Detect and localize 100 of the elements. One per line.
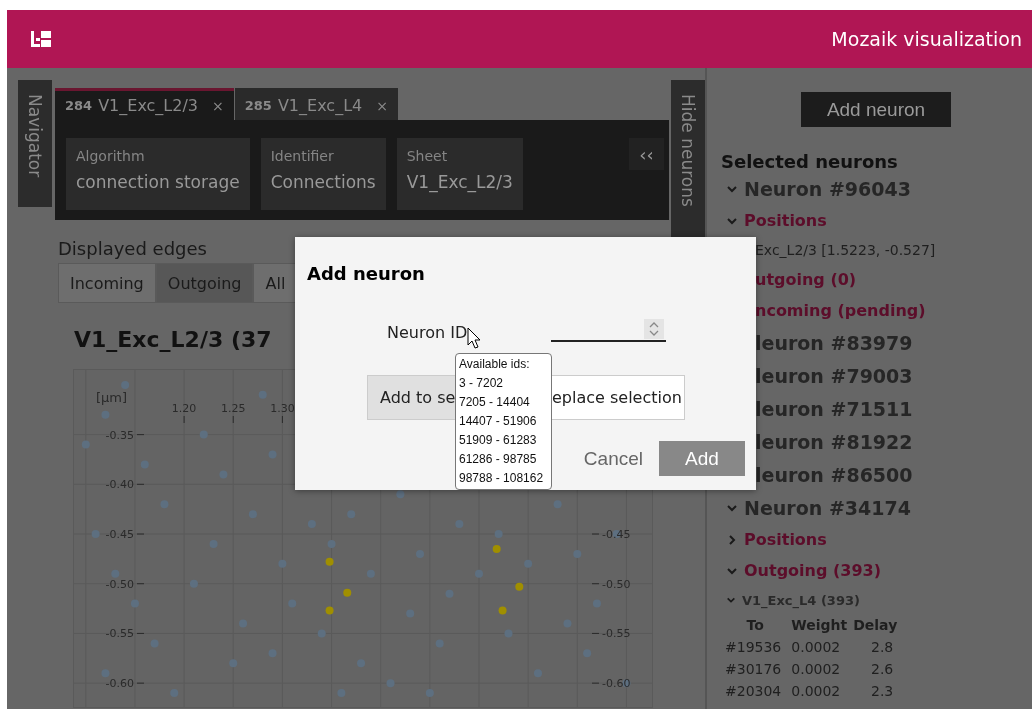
id-range: 98788 - 108162 xyxy=(459,470,545,487)
scatter-point xyxy=(268,450,277,459)
add-neuron-button[interactable]: Add neuron xyxy=(801,92,951,127)
column-header: To xyxy=(725,614,792,636)
tree-section[interactable]: Outgoing (393) xyxy=(726,555,881,586)
scatter-point xyxy=(160,500,169,509)
scatter-point xyxy=(347,510,356,519)
card-value: V1_Exc_L2/3 xyxy=(406,172,513,192)
id-range: 3 - 7202 xyxy=(459,375,505,392)
scatter-point xyxy=(239,619,248,628)
tree-item[interactable]: Neuron #96043 xyxy=(726,172,911,205)
scatter-point xyxy=(325,557,334,566)
scatter-point xyxy=(583,649,592,658)
tab-number: 285 xyxy=(244,98,272,113)
scatter-point xyxy=(553,500,562,509)
scatter-point xyxy=(121,380,130,389)
scatter-point xyxy=(111,569,120,578)
scatter-point xyxy=(425,689,434,698)
y-tick-label: -0.35 xyxy=(105,428,134,442)
y-tick-label: -0.40 xyxy=(105,478,134,492)
scatter-point xyxy=(343,588,352,597)
table-cell-text: 0.0002 xyxy=(791,660,842,679)
y-tick: -0.60 xyxy=(105,677,145,691)
table-cell-text: 0.0002 xyxy=(791,682,842,701)
cancel-button[interactable]: Cancel xyxy=(583,447,643,470)
scatter-point xyxy=(101,669,110,678)
y-tick-label: -0.50 xyxy=(105,577,134,591)
y-tick: -0.55 xyxy=(591,627,631,641)
id-range: 14407 - 51906 xyxy=(459,413,538,430)
close-icon[interactable]: × xyxy=(376,97,388,114)
close-icon[interactable]: × xyxy=(212,97,224,114)
y-tick: -0.45 xyxy=(591,528,631,542)
add-button[interactable]: Add xyxy=(659,441,745,476)
scatter-point xyxy=(130,599,139,608)
card-label: Identifier xyxy=(270,148,335,164)
table-cell-text: 2.6 xyxy=(870,660,895,679)
scatter-point xyxy=(209,539,218,548)
scatter-point xyxy=(435,639,444,648)
scatter-point xyxy=(498,606,507,615)
y-tick-label: -0.60 xyxy=(105,677,134,691)
scatter-point xyxy=(563,619,572,628)
edge-filter-button[interactable]: Outgoing xyxy=(155,263,254,303)
scatter-point xyxy=(515,582,524,591)
panel-heading: Selected neurons xyxy=(721,151,898,172)
id-range: 51909 - 61283 xyxy=(459,432,538,449)
x-tick-label: 1.30 xyxy=(270,402,295,415)
spinner-icon[interactable] xyxy=(644,319,665,339)
y-tick: -0.50 xyxy=(591,577,631,591)
tree-icon[interactable] xyxy=(30,30,52,48)
scatter-point xyxy=(101,410,110,419)
cursor-icon xyxy=(467,327,481,349)
collapse-button[interactable]: ‹‹ xyxy=(629,138,664,170)
card-label: Sheet xyxy=(406,148,449,164)
hide-neurons-tab[interactable]: Hide neurons xyxy=(671,80,705,240)
plot-title: V1_Exc_L2/3 (37 xyxy=(74,327,272,354)
tree-item[interactable]: Neuron #34174 xyxy=(726,491,911,524)
scatter-point xyxy=(325,606,334,615)
table-cell-text: 2.8 xyxy=(870,638,895,657)
tree-section[interactable]: Positions xyxy=(726,205,827,236)
y-tick: -0.55 xyxy=(105,627,145,641)
table-cell-text: #20304 xyxy=(725,682,783,701)
scatter-point xyxy=(357,659,366,668)
replace-selection-button[interactable]: eplace selection xyxy=(552,375,685,420)
x-tick: 1.20 xyxy=(171,402,197,424)
tab-label: V1_Exc_L2/3 xyxy=(98,96,199,115)
scatter-point xyxy=(504,629,513,638)
card-value: Connections xyxy=(270,172,376,192)
scatter-point xyxy=(307,520,316,529)
edge-filter-button[interactable]: Incoming xyxy=(58,263,156,303)
navigator-tab[interactable]: Navigator xyxy=(18,80,52,207)
id-range: 61286 - 98785 xyxy=(459,451,538,468)
scatter-point xyxy=(612,530,621,539)
scatter-point xyxy=(396,490,405,499)
section-label: Displayed edges xyxy=(58,238,208,259)
tree-subsection[interactable]: V1_Exc_L4 (393) xyxy=(726,586,860,614)
column-header: Weight xyxy=(791,616,849,635)
add-to-selection-button[interactable]: Add to se xyxy=(367,375,455,420)
app-title: Mozaik visualization xyxy=(831,28,1022,50)
tree-section[interactable]: Positions xyxy=(726,524,827,555)
scatter-point xyxy=(573,549,582,558)
x-tick-label: 1.20 xyxy=(171,402,197,415)
scatter-point xyxy=(366,569,375,578)
id-range: 7205 - 14404 xyxy=(459,394,531,411)
scatter-point xyxy=(622,679,631,688)
scatter-point xyxy=(386,679,395,688)
scatter-point xyxy=(533,669,542,678)
edge-filter-button[interactable]: All xyxy=(253,263,298,303)
x-tick: 1.25 xyxy=(221,402,246,424)
scatter-point xyxy=(475,569,483,578)
scatter-point xyxy=(288,599,297,608)
scatter-point xyxy=(140,460,149,469)
scatter-point xyxy=(494,530,503,539)
table-cell-text: #30176 xyxy=(725,660,783,679)
tab[interactable]: 284 V1_Exc_L2/3 × xyxy=(55,88,234,120)
tooltip-title: Available ids: xyxy=(459,356,531,373)
neuron-id-field[interactable] xyxy=(551,318,667,342)
scatter-point xyxy=(327,539,336,548)
card-value: connection storage xyxy=(76,172,240,192)
y-tick-label: -0.55 xyxy=(105,627,134,641)
tab[interactable]: 285 V1_Exc_L4 × xyxy=(234,88,398,120)
